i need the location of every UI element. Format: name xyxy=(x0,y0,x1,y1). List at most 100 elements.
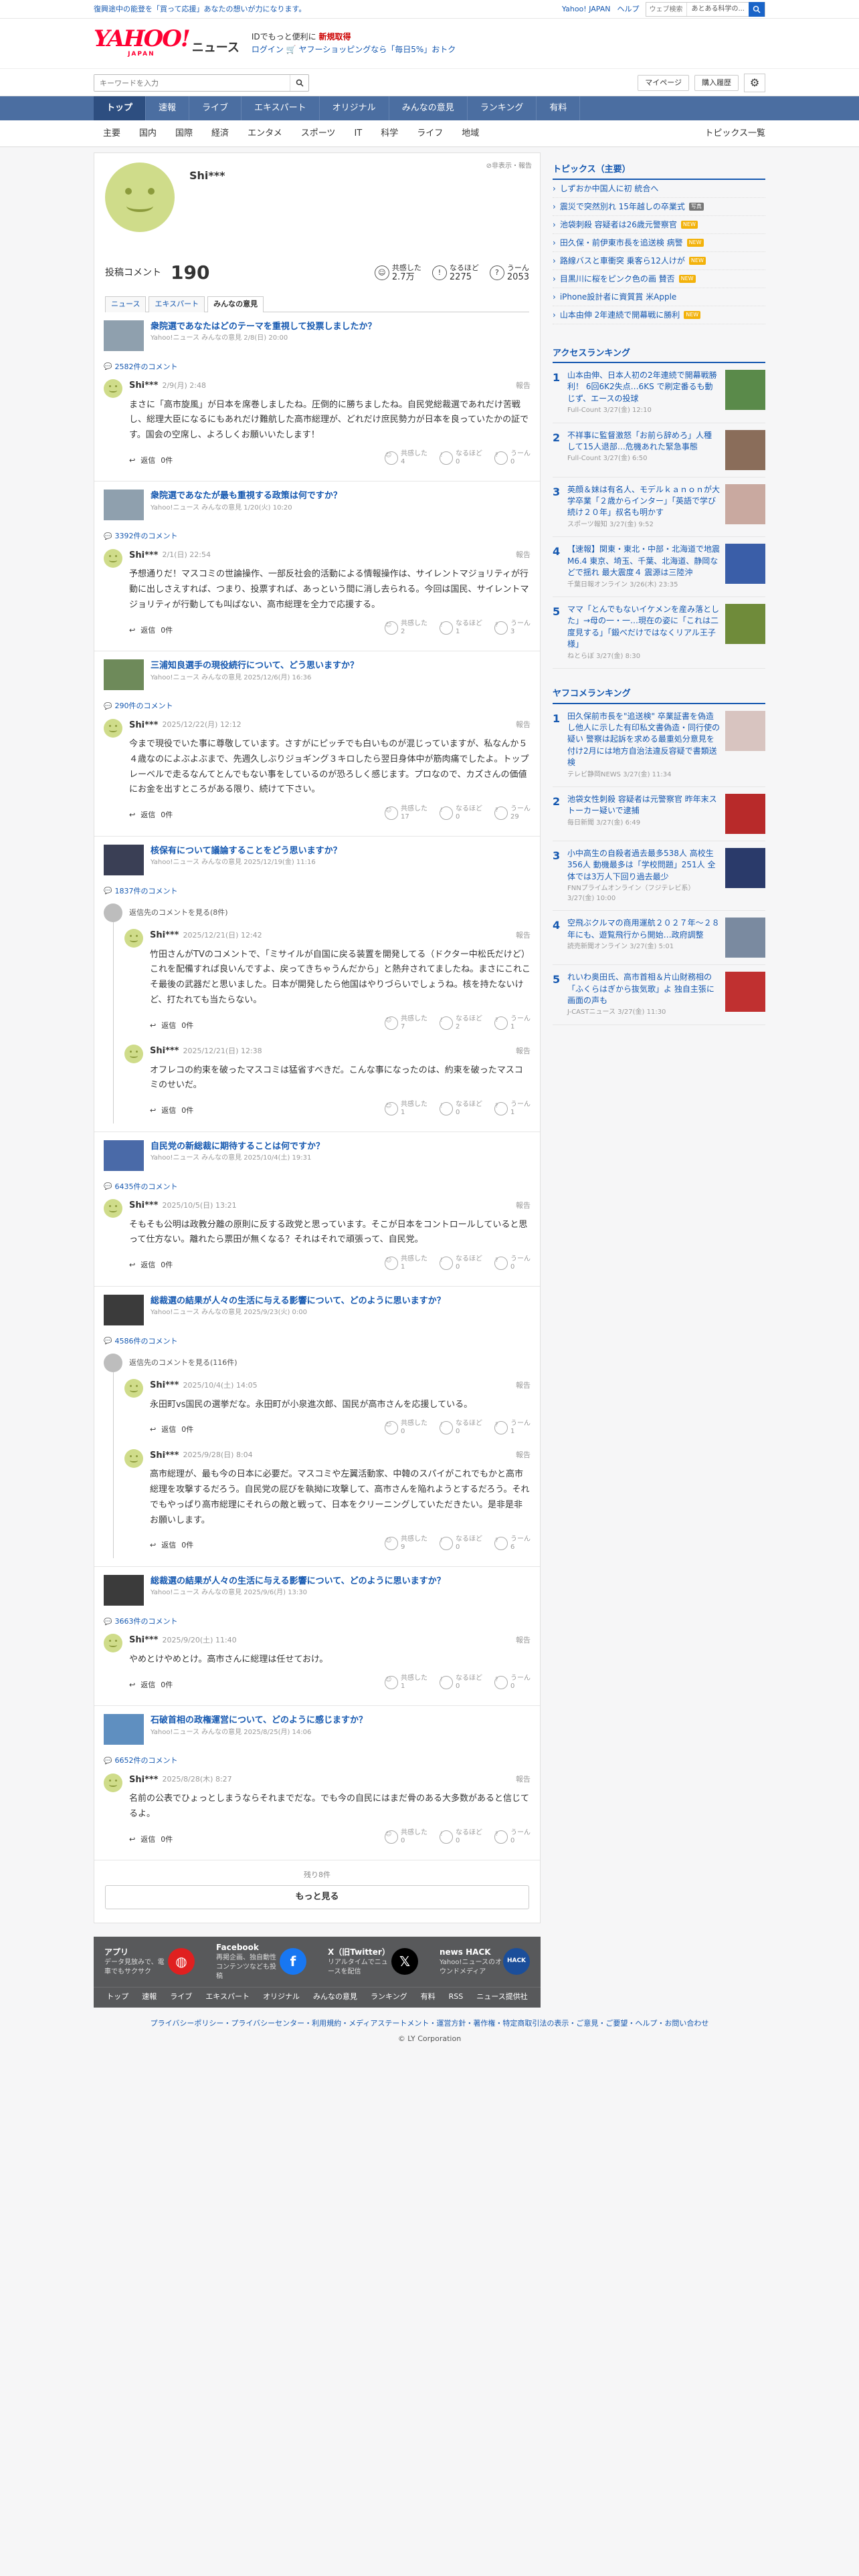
hmm-button[interactable]: ? うーん 3 xyxy=(494,620,531,636)
footer-link[interactable]: ランキング xyxy=(371,1992,407,2003)
search-scope[interactable]: あとある科学の... xyxy=(686,3,749,16)
comment-author[interactable]: Shi*** xyxy=(129,1774,158,1787)
ranking-item[interactable]: 5 れいわ奥田氏、高市首相＆片山財務相の「ふくらはぎから抜気歌」よ 独自主張に画面… xyxy=(553,965,765,1025)
keyword-input[interactable] xyxy=(94,75,290,91)
mypage-button[interactable]: マイページ xyxy=(638,74,689,92)
article-thumbnail[interactable] xyxy=(104,1294,144,1325)
cat-world[interactable]: 国際 xyxy=(166,127,202,140)
hmm-button[interactable]: ? うーん 0 xyxy=(494,1255,531,1271)
article-thumbnail[interactable] xyxy=(104,1140,144,1171)
gnav-ranking[interactable]: ランキング xyxy=(468,96,537,120)
article-title[interactable]: 三浦知良選手の現役続行について、どう思いますか？ xyxy=(151,661,359,671)
topic-item[interactable]: 池袋刺殺 容疑者は26歳元警察官NEW xyxy=(553,216,765,234)
insight-button[interactable]: ! なるほど 0 xyxy=(440,1535,482,1551)
reply-button[interactable]: ↩ 返信 0件 xyxy=(150,1424,193,1436)
footer-x-card[interactable]: X（旧Twitter） リアルタイムでニュースを配信 𝕏 xyxy=(317,1946,429,1977)
article-title[interactable]: 自民党の新総裁に期待することは何ですか？ xyxy=(151,1142,324,1152)
ranking-item[interactable]: 5 ママ「とんでもないイケメンを産み落とした」→母の一・一…現在の姿に「これは二度… xyxy=(553,597,765,669)
comment-author[interactable]: Shi*** xyxy=(129,549,158,562)
gnav-opinion[interactable]: みんなの意見 xyxy=(389,96,468,120)
insight-button[interactable]: ! なるほど 2 xyxy=(440,1015,482,1031)
tab-news[interactable]: ニュース xyxy=(105,296,147,312)
empathy-button[interactable]: ☺ 共感した 1 xyxy=(385,1255,427,1271)
article-thumbnail[interactable] xyxy=(104,659,144,690)
report-link[interactable]: 報告 xyxy=(516,720,531,731)
footer-app-card[interactable]: アプリ データ見放みで、電車でもサクサク ◍ xyxy=(94,1946,205,1977)
article-title[interactable]: 衆院選であなたはどのテーマを重視して投票しましたか？ xyxy=(151,322,376,332)
cat-domestic[interactable]: 国内 xyxy=(130,127,166,140)
empathy-button[interactable]: ☺ 共感した 7 xyxy=(385,1015,427,1031)
report-link[interactable]: 報告 xyxy=(516,1774,531,1786)
web-search-button[interactable] xyxy=(749,2,765,17)
cat-region[interactable]: 地域 xyxy=(452,127,488,140)
cat-science[interactable]: 科学 xyxy=(371,127,407,140)
article-title[interactable]: 石破首相の政権運営について、どのように感じますか？ xyxy=(151,1715,367,1725)
yahoo-news-logo[interactable]: YAHOO! JAPAN ニュース xyxy=(94,27,240,60)
hide-report-link[interactable]: ⊘非表示・報告 xyxy=(486,161,532,171)
report-link[interactable]: 報告 xyxy=(516,550,531,561)
empathy-button[interactable]: ☺ 共感した 0 xyxy=(385,1829,427,1845)
reply-button[interactable]: ↩ 返信 0件 xyxy=(129,1260,173,1271)
reply-button[interactable]: ↩ 返信 0件 xyxy=(129,1834,173,1846)
comment-author[interactable]: Shi*** xyxy=(150,929,179,942)
comment-count-link[interactable]: 💬 4586件のコメント xyxy=(104,1336,531,1348)
comment-count-link[interactable]: 💬 3663件のコメント xyxy=(104,1616,531,1628)
settings-button[interactable]: ⚙ xyxy=(744,74,765,92)
footer-facebook-card[interactable]: Facebook 再掲企画、独自動性コンテンツなども投稿 f xyxy=(205,1941,317,1981)
comment-author[interactable]: Shi*** xyxy=(150,1449,179,1463)
empathy-button[interactable]: ☺ 共感した 1 xyxy=(385,1101,427,1117)
insight-button[interactable]: ! なるほど 0 xyxy=(440,1829,482,1845)
ranking-item[interactable]: 3 小中高生の自殺者過去最多538人 高校生356人 動機最多は「学校問題」251… xyxy=(553,841,765,911)
comment-count-link[interactable]: 💬 1837件のコメント xyxy=(104,886,531,897)
article-thumbnail[interactable] xyxy=(104,1574,144,1606)
notice-link[interactable]: 復興途中の能登を「買って応援」あなたの想いが力になります。 xyxy=(94,4,306,15)
article-thumbnail[interactable] xyxy=(104,320,144,351)
cat-main[interactable]: 主要 xyxy=(94,127,130,140)
gnav-expert[interactable]: エキスパート xyxy=(242,96,320,120)
ranking-item[interactable]: 1 山本由伸、日本人初の2年連続で開幕戦勝利！ 6回6K2失点…6KS で刷定番る… xyxy=(553,363,765,423)
footer-link[interactable]: ニュース提供社 xyxy=(476,1992,527,2003)
report-link[interactable]: 報告 xyxy=(516,381,531,392)
reply-button[interactable]: ↩ 返信 0件 xyxy=(129,1680,173,1691)
ranking-item[interactable]: 4 空飛ぶクルマの商用運航２０２７年～２８年にも、遊覧飛行から開始…政府調整 読売新… xyxy=(553,911,765,966)
comment-author[interactable]: Shi*** xyxy=(129,1199,158,1212)
ranking-item[interactable]: 3 英顔＆妹は有名人、モデルｋａｎｏｎが大学卒業「２歳からインター」「英語で学び続… xyxy=(553,477,765,538)
comment-count-link[interactable]: 💬 6435件のコメント xyxy=(104,1182,531,1193)
comment-count-link[interactable]: 💬 6652件のコメント xyxy=(104,1755,531,1767)
topic-item[interactable]: 田久保・前伊東市長を追送検 病警NEW xyxy=(553,234,765,252)
insight-button[interactable]: ! なるほど 0 xyxy=(440,1255,482,1271)
footer-newshack-card[interactable]: news HACK Yahoo!ニュースのオウンドメディア HACK xyxy=(429,1946,541,1977)
empathy-button[interactable]: ☺ 共感した 2 xyxy=(385,620,427,636)
insight-button[interactable]: ! なるほど 0 xyxy=(440,1420,482,1436)
empathy-button[interactable]: ☺ 共感した 1 xyxy=(385,1675,427,1691)
tab-opinion[interactable]: みんなの意見 xyxy=(207,296,264,312)
comment-author[interactable]: Shi*** xyxy=(129,1634,158,1647)
gnav-top[interactable]: トップ xyxy=(94,96,147,120)
hmm-button[interactable]: ? うーん 1 xyxy=(494,1101,531,1117)
insight-button[interactable]: ! なるほど 0 xyxy=(440,805,482,821)
hmm-button[interactable]: ? うーん 0 xyxy=(494,450,531,466)
parent-comment-toggle[interactable]: 返信先のコメントを見る(8件) xyxy=(104,903,531,922)
shopping-link[interactable]: ヤフーショッピングなら「毎日5%」おトク xyxy=(299,45,456,54)
topics-list-link[interactable]: トピックス一覧 xyxy=(704,127,765,140)
reply-button[interactable]: ↩ 返信 0件 xyxy=(150,1021,193,1032)
report-link[interactable]: 報告 xyxy=(516,930,531,942)
article-title[interactable]: 核保有について議論することをどう思いますか？ xyxy=(151,846,342,856)
reply-button[interactable]: ↩ 返信 0件 xyxy=(129,455,173,467)
hmm-button[interactable]: ? うーん 0 xyxy=(494,1675,531,1691)
footer-link[interactable]: みんなの意見 xyxy=(313,1992,357,2003)
ranking-item[interactable]: 4 【速報】関東・東北・中部・北海道で地震 M6.4 東京、埼玉、千葉、北海道、静… xyxy=(553,537,765,598)
topic-item[interactable]: 路線バスと車衝突 乗客ら12人けがNEW xyxy=(553,252,765,270)
insight-button[interactable]: ! なるほど 0 xyxy=(440,450,482,466)
hmm-button[interactable]: ? うーん 29 xyxy=(494,805,531,821)
topic-item[interactable]: 震災で突然別れ 15年越しの卒業式写真 xyxy=(553,198,765,216)
footer-link[interactable]: 有料 xyxy=(421,1992,436,2003)
legal-links[interactable]: プライバシーポリシー・プライバシーセンター・利用規約・メディアステートメント・運… xyxy=(94,2008,765,2034)
report-link[interactable]: 報告 xyxy=(516,1200,531,1212)
comment-count-link[interactable]: 💬 290件のコメント xyxy=(104,701,531,712)
report-link[interactable]: 報告 xyxy=(516,1635,531,1646)
signup-link[interactable]: 新規取得 xyxy=(319,32,351,41)
report-link[interactable]: 報告 xyxy=(516,1450,531,1461)
gnav-original[interactable]: オリジナル xyxy=(320,96,389,120)
footer-link[interactable]: RSS xyxy=(449,1992,464,2003)
